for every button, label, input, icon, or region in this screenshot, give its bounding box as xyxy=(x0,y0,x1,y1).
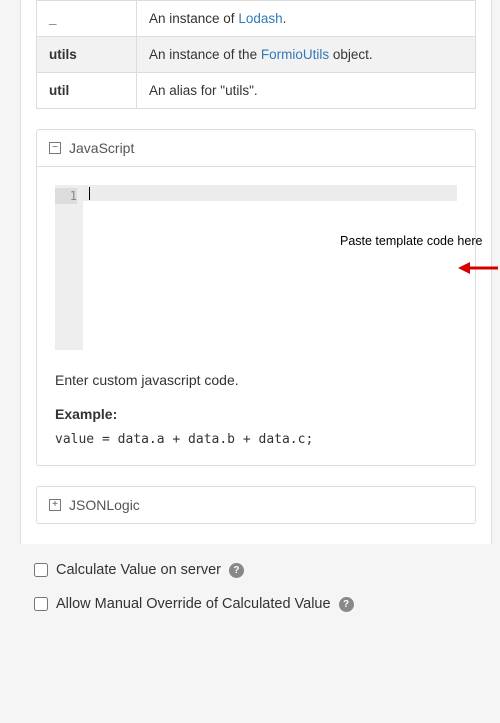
settings-panel: _ An instance of Lodash. utils An instan… xyxy=(20,0,492,544)
table-row: util An alias for "utils". xyxy=(37,73,476,109)
expand-icon: + xyxy=(49,499,61,511)
table-row: _ An instance of Lodash. xyxy=(37,1,476,37)
jsonlogic-panel: + JSONLogic xyxy=(36,486,476,524)
table-row: utils An instance of the FormioUtils obj… xyxy=(37,37,476,73)
variables-table: _ An instance of Lodash. utils An instan… xyxy=(36,0,476,109)
code-editor[interactable]: 1 xyxy=(55,185,457,350)
manual-override-option[interactable]: Allow Manual Override of Calculated Valu… xyxy=(34,596,500,612)
var-name: utils xyxy=(37,37,137,73)
javascript-panel-body: 1 Enter custom javascript code. Example:… xyxy=(37,167,475,465)
var-desc: An instance of Lodash. xyxy=(137,1,476,37)
var-desc: An instance of the FormioUtils object. xyxy=(137,37,476,73)
panel-title: JSONLogic xyxy=(69,497,140,513)
formioutils-link[interactable]: FormioUtils xyxy=(261,47,329,62)
text-cursor xyxy=(89,187,90,200)
var-name: util xyxy=(37,73,137,109)
annotation-text: Paste template code here xyxy=(340,234,482,248)
editor-code-area[interactable] xyxy=(83,185,457,350)
arrow-icon xyxy=(458,258,498,278)
collapse-icon: − xyxy=(49,142,61,154)
javascript-panel: − JavaScript 1 Enter custom javascript c… xyxy=(36,129,476,466)
line-number: 1 xyxy=(55,188,77,204)
help-icon[interactable]: ? xyxy=(229,563,244,578)
example-label: Example: xyxy=(55,406,457,422)
example-code: value = data.a + data.b + data.c; xyxy=(55,432,457,447)
active-line xyxy=(83,185,457,201)
var-desc: An alias for "utils". xyxy=(137,73,476,109)
editor-hint: Enter custom javascript code. xyxy=(55,372,457,388)
manual-override-checkbox[interactable] xyxy=(34,597,48,611)
javascript-panel-header[interactable]: − JavaScript xyxy=(37,130,475,167)
jsonlogic-panel-header[interactable]: + JSONLogic xyxy=(37,487,475,523)
help-icon[interactable]: ? xyxy=(339,597,354,612)
calculate-server-checkbox[interactable] xyxy=(34,563,48,577)
checkbox-label: Allow Manual Override of Calculated Valu… xyxy=(56,596,331,612)
lodash-link[interactable]: Lodash xyxy=(238,11,282,26)
calculate-server-option[interactable]: Calculate Value on server ? xyxy=(34,562,500,578)
checkbox-label: Calculate Value on server xyxy=(56,562,221,578)
panel-title: JavaScript xyxy=(69,140,134,156)
editor-gutter: 1 xyxy=(55,185,83,350)
var-name: _ xyxy=(37,1,137,37)
